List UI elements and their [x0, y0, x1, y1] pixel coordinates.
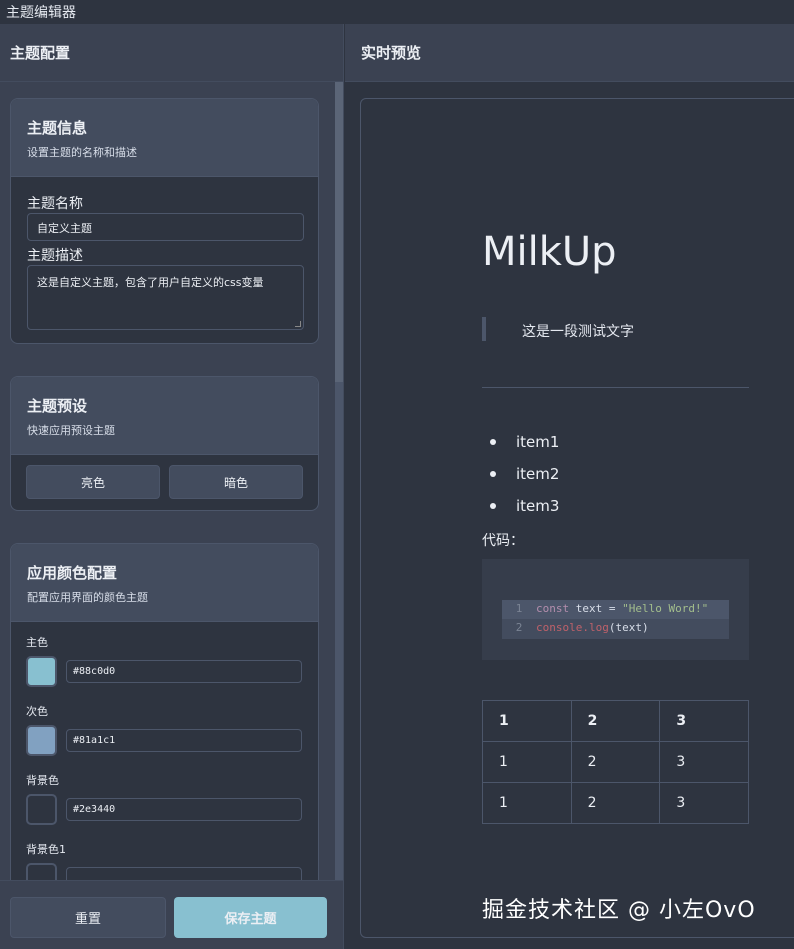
list-item: item3: [490, 497, 559, 529]
preview-divider: [482, 387, 749, 388]
preview-code-block: 1 const text = "Hello Word!" 2 console.l…: [482, 559, 749, 660]
table-cell: 2: [570, 741, 661, 783]
app-colors-header: 应用颜色配置 配置应用界面的颜色主题: [11, 544, 318, 622]
presets-card: 主题预设 快速应用预设主题 亮色 暗色: [10, 376, 319, 511]
list-item: item1: [490, 433, 559, 465]
table-row: 1 2 3: [482, 741, 749, 783]
list-item: item2: [490, 465, 559, 497]
code-line-1: 1 const text = "Hello Word!": [502, 600, 729, 619]
presets-title: 主题预设: [27, 397, 88, 415]
code-keyword: const: [536, 602, 570, 615]
color-swatch-background1[interactable]: [26, 863, 57, 880]
table-cell: 1: [482, 700, 572, 742]
table-cell: 1: [482, 782, 572, 824]
theme-info-title: 主题信息: [27, 119, 88, 137]
config-scroll-area[interactable]: 主题信息 设置主题的名称和描述 主题名称 自定义主题 主题描述 这是自定义主题，…: [0, 82, 343, 880]
reset-button[interactable]: 重置: [10, 897, 166, 938]
table-cell: 3: [659, 741, 749, 783]
theme-desc-text: 这是自定义主题，包含了用户自定义的css变量: [37, 276, 264, 289]
color-item-primary: 主色 #88c0d0: [26, 634, 303, 687]
theme-desc-label: 主题描述: [27, 248, 83, 264]
code-variable: text =: [569, 602, 623, 615]
window-title: 主题编辑器: [0, 0, 794, 24]
theme-desc-textarea[interactable]: 这是自定义主题，包含了用户自定义的css变量: [27, 265, 304, 330]
app-colors-title: 应用颜色配置: [27, 564, 118, 582]
code-string: "Hello Word!": [622, 602, 709, 615]
color-item-secondary: 次色 #81a1c1: [26, 703, 303, 756]
presets-subtitle: 快速应用预设主题: [27, 424, 115, 437]
preview-heading: MilkUp: [482, 229, 617, 275]
table-cell: 2: [570, 782, 661, 824]
scrollbar-thumb[interactable]: [335, 82, 343, 382]
scrollbar[interactable]: [335, 82, 343, 880]
color-swatch-primary[interactable]: [26, 656, 57, 687]
resize-handle-icon[interactable]: [295, 321, 301, 327]
presets-header: 主题预设 快速应用预设主题: [11, 377, 318, 455]
save-theme-button[interactable]: 保存主题: [174, 897, 327, 938]
color-label: 背景色: [26, 774, 59, 787]
theme-name-input[interactable]: 自定义主题: [27, 213, 304, 241]
color-hex-input-background[interactable]: #2e3440: [66, 798, 302, 821]
preset-light-button[interactable]: 亮色: [26, 465, 160, 499]
table-cell: 3: [659, 700, 749, 742]
theme-info-header: 主题信息 设置主题的名称和描述: [11, 99, 318, 177]
color-hex-input-primary[interactable]: #88c0d0: [66, 660, 302, 683]
theme-info-card: 主题信息 设置主题的名称和描述 主题名称 自定义主题 主题描述 这是自定义主题，…: [10, 98, 319, 344]
preview-canvas: MilkUp 这是一段测试文字 item1 item2 item3 代码： 1 …: [360, 98, 794, 938]
code-line-2: 2 console.log (text): [502, 619, 729, 638]
preview-panel-title: 实时预览: [345, 24, 794, 82]
code-args: (text): [608, 621, 649, 634]
table-row: 1 2 3: [482, 782, 749, 824]
color-label: 主色: [26, 636, 48, 649]
color-label: 次色: [26, 705, 48, 718]
color-label: 背景色1: [26, 843, 66, 856]
config-panel: 主题配置 主题信息 设置主题的名称和描述 主题名称 自定义主题 主题描述 这是自…: [0, 24, 344, 949]
theme-name-label: 主题名称: [27, 196, 83, 212]
code-function: console.log: [536, 621, 609, 634]
color-swatch-background[interactable]: [26, 794, 57, 825]
color-item-background: 背景色 #2e3440: [26, 772, 303, 825]
table-cell: 1: [482, 741, 572, 783]
preview-table: 1 2 3 1 2 3 1 2 3: [482, 700, 749, 824]
line-number: 2: [515, 621, 523, 634]
theme-info-subtitle: 设置主题的名称和描述: [27, 146, 137, 159]
app-colors-subtitle: 配置应用界面的颜色主题: [27, 591, 148, 604]
color-swatch-secondary[interactable]: [26, 725, 57, 756]
watermark: 掘金技术社区 @ 小左OvO: [482, 898, 756, 923]
preset-dark-button[interactable]: 暗色: [169, 465, 303, 499]
preview-panel: 实时预览 MilkUp 这是一段测试文字 item1 item2 item3 代…: [345, 24, 794, 949]
color-item-background1: 背景色1: [26, 841, 303, 880]
config-panel-title: 主题配置: [0, 24, 343, 82]
line-number: 1: [515, 602, 523, 615]
preview-quote-text: 这是一段测试文字: [522, 324, 634, 340]
app-colors-card: 应用颜色配置 配置应用界面的颜色主题 主色 #88c0d0 次色 #81a1c1: [10, 543, 319, 880]
preview-blockquote: 这是一段测试文字: [482, 317, 748, 341]
preview-list: item1 item2 item3: [490, 433, 559, 529]
preview-code-label: 代码：: [482, 533, 524, 549]
config-footer: 重置 保存主题: [0, 880, 343, 949]
color-hex-input-secondary[interactable]: #81a1c1: [66, 729, 302, 752]
table-cell: 2: [570, 700, 661, 742]
color-hex-input-background1[interactable]: [66, 867, 302, 880]
table-row: 1 2 3: [482, 700, 749, 742]
table-cell: 3: [659, 782, 749, 824]
